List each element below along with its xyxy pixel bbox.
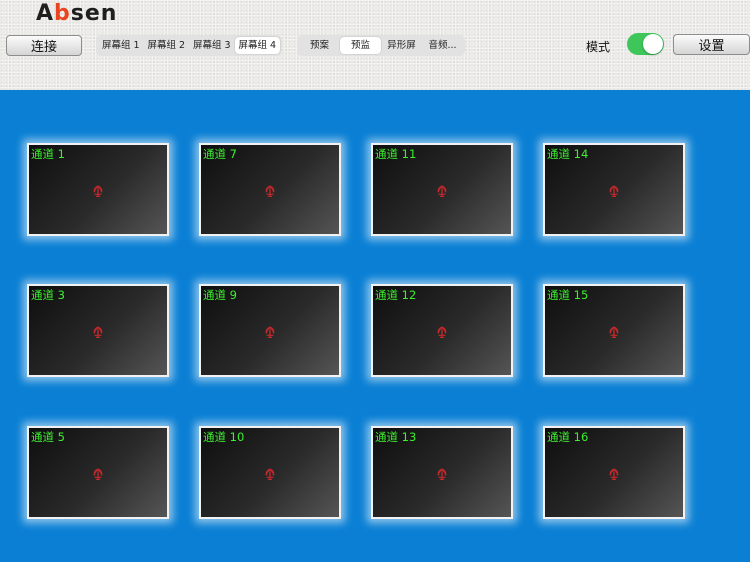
absen-logo: Absen — [36, 1, 118, 26]
channel-label: 通道 3 — [31, 288, 65, 302]
mode-tab-selector: 预案 预监 异形屏 音频... — [297, 35, 465, 56]
channel-grid: 通道 1 通道 7 通道 11 通道 14 通道 3 通道 9 通道 12 通道 15 通道 5… — [0, 90, 750, 562]
channel-tile[interactable]: 通道 16 — [543, 426, 685, 519]
channel-label: 通道 10 — [203, 430, 245, 444]
channel-logo-icon — [91, 183, 105, 197]
top-toolbar: Absen 连接 屏幕组 1 屏幕组 2 屏幕组 3 屏幕组 4 预案 预监 异… — [0, 0, 750, 90]
channel-logo-icon — [607, 183, 621, 197]
screen-group-selector: 屏幕组 1 屏幕组 2 屏幕组 3 屏幕组 4 — [96, 35, 282, 56]
channel-tile[interactable]: 通道 13 — [371, 426, 513, 519]
tab-preview[interactable]: 预监 — [340, 37, 381, 54]
channel-logo-icon — [263, 324, 277, 338]
channel-label: 通道 5 — [31, 430, 65, 444]
channel-label: 通道 13 — [375, 430, 417, 444]
channel-tile[interactable]: 通道 7 — [199, 143, 341, 236]
channel-label: 通道 7 — [203, 147, 237, 161]
tab-screen-group-1[interactable]: 屏幕组 1 — [98, 37, 144, 54]
channel-tile[interactable]: 通道 1 — [27, 143, 169, 236]
channel-label: 通道 11 — [375, 147, 417, 161]
channel-logo-icon — [435, 324, 449, 338]
channel-tile[interactable]: 通道 15 — [543, 284, 685, 377]
channel-label: 通道 9 — [203, 288, 237, 302]
connect-button[interactable]: 连接 — [6, 35, 82, 56]
channel-tile[interactable]: 通道 12 — [371, 284, 513, 377]
settings-button[interactable]: 设置 — [673, 34, 750, 55]
channel-label: 通道 12 — [375, 288, 417, 302]
channel-logo-icon — [435, 183, 449, 197]
tab-screen-group-3[interactable]: 屏幕组 3 — [189, 37, 235, 54]
channel-tile[interactable]: 通道 5 — [27, 426, 169, 519]
channel-logo-icon — [263, 466, 277, 480]
channel-label: 通道 14 — [547, 147, 589, 161]
channel-tile[interactable]: 通道 10 — [199, 426, 341, 519]
channel-logo-icon — [263, 183, 277, 197]
channel-logo-icon — [435, 466, 449, 480]
channel-label: 通道 16 — [547, 430, 589, 444]
tab-audio[interactable]: 音频... — [422, 37, 463, 54]
tab-screen-group-2[interactable]: 屏幕组 2 — [144, 37, 190, 54]
channel-tile[interactable]: 通道 14 — [543, 143, 685, 236]
channel-logo-icon — [91, 324, 105, 338]
tab-irregular-screen[interactable]: 异形屏 — [381, 37, 422, 54]
channel-logo-icon — [607, 466, 621, 480]
channel-tile[interactable]: 通道 9 — [199, 284, 341, 377]
mode-toggle[interactable] — [627, 33, 664, 55]
channel-label: 通道 1 — [31, 147, 65, 161]
channel-logo-icon — [607, 324, 621, 338]
channel-label: 通道 15 — [547, 288, 589, 302]
toggle-knob — [643, 34, 663, 54]
mode-label: 模式 — [586, 40, 611, 54]
tab-screen-group-4[interactable]: 屏幕组 4 — [234, 37, 280, 54]
tab-preset[interactable]: 预案 — [299, 37, 340, 54]
channel-tile[interactable]: 通道 3 — [27, 284, 169, 377]
channel-tile[interactable]: 通道 11 — [371, 143, 513, 236]
channel-logo-icon — [91, 466, 105, 480]
